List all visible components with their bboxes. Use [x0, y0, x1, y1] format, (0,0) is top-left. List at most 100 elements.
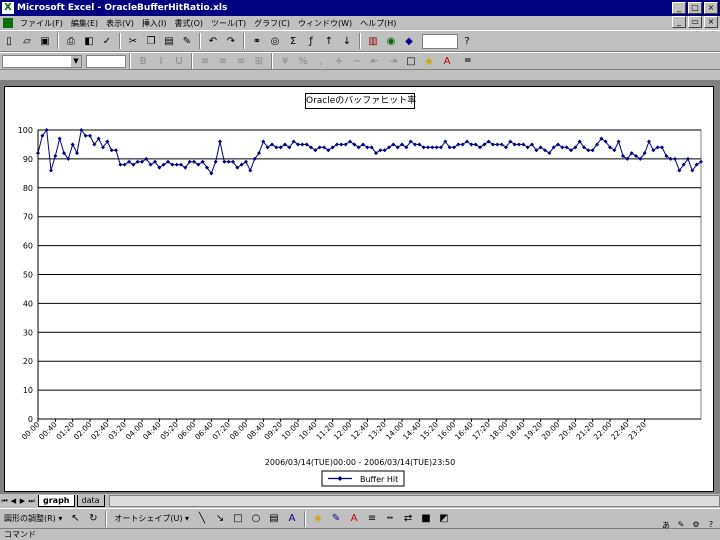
chart-legend[interactable]: Buffer Hit	[321, 470, 405, 487]
x-axis-title: 2006/03/14(TUE)00:00 - 2006/03/14(TUE)23…	[265, 458, 455, 467]
x-tick-label: 22:00	[592, 420, 614, 442]
drawing-toolbar: 図形の調整(R) ▾ ↖ ↻ オートシェイプ(U) ▾ ╲ ↘ □ ○ ▤ A …	[0, 508, 720, 528]
series-line-buffer-hit[interactable]	[37, 128, 702, 175]
ime-mode-icon[interactable]: あ	[659, 520, 673, 534]
arrow-style-icon[interactable]: ⇄	[400, 511, 416, 527]
data-point[interactable]	[213, 159, 218, 164]
data-point[interactable]	[57, 136, 62, 141]
data-point[interactable]	[118, 162, 123, 167]
sheet-tab-bar: ⏮ ◀ ▶ ⏭ graph data	[0, 494, 720, 508]
data-point[interactable]	[114, 148, 118, 153]
x-tick-label: 23:20	[626, 420, 648, 442]
data-point[interactable]	[88, 133, 92, 138]
oval-tool-icon[interactable]: ○	[248, 511, 264, 527]
data-point[interactable]	[248, 168, 253, 173]
chart-title[interactable]: Oracleのバッファヒット率	[305, 93, 416, 109]
font-color-draw-icon[interactable]: A	[346, 511, 362, 527]
tab-graph[interactable]: graph	[38, 495, 75, 507]
y-tick-label: 20	[23, 357, 33, 366]
data-point[interactable]	[222, 159, 227, 164]
data-point[interactable]	[36, 151, 40, 156]
x-tick-label: 00:40	[37, 420, 59, 442]
wordart-icon[interactable]: A	[284, 511, 300, 527]
data-point[interactable]	[673, 156, 677, 161]
select-objects-icon[interactable]: ↖	[67, 511, 83, 527]
autoshape-menu-button[interactable]: オートシェイプ(U) ▾	[110, 513, 193, 524]
x-tick-label: 18:40	[505, 420, 527, 442]
shadow-icon[interactable]: ■	[418, 511, 434, 527]
fill-color-draw-icon[interactable]: ◈	[310, 511, 326, 527]
data-point[interactable]	[226, 159, 231, 164]
rotate-icon[interactable]: ↻	[85, 511, 101, 527]
arrow-tool-icon[interactable]: ↘	[212, 511, 228, 527]
x-tick-label: 10:40	[297, 420, 319, 442]
x-tick-label: 02:40	[89, 420, 111, 442]
data-point[interactable]	[49, 168, 53, 173]
status-text: コマンド	[4, 530, 36, 539]
data-point[interactable]	[434, 145, 439, 150]
line-style-icon[interactable]: ≡	[364, 511, 380, 527]
data-point[interactable]	[430, 145, 435, 150]
first-sheet-icon[interactable]: ⏮	[0, 496, 9, 507]
3d-icon[interactable]: ◩	[436, 511, 452, 527]
x-tick-label: 10:00	[280, 420, 302, 442]
data-point[interactable]	[660, 145, 664, 150]
data-point[interactable]	[647, 139, 651, 144]
y-tick-label: 80	[23, 184, 33, 193]
x-tick-label: 11:20	[314, 420, 336, 442]
x-tick-label: 09:20	[262, 420, 284, 442]
data-point[interactable]	[300, 142, 305, 147]
y-tick-label: 40	[23, 299, 33, 308]
x-tick-label: 04:00	[124, 420, 146, 442]
x-tick-label: 08:40	[245, 420, 267, 442]
x-tick-label: 21:20	[574, 420, 596, 442]
data-point[interactable]	[109, 148, 114, 153]
toolbar-separator	[304, 510, 307, 527]
data-point[interactable]	[339, 142, 344, 147]
x-tick-label: 22:40	[609, 420, 631, 442]
data-point[interactable]	[174, 162, 179, 167]
x-tick-label: 04:40	[141, 420, 163, 442]
rectangle-tool-icon[interactable]: □	[230, 511, 246, 527]
x-tick-label: 06:40	[193, 420, 215, 442]
tab-data[interactable]: data	[76, 495, 105, 507]
y-tick-label: 60	[23, 242, 33, 251]
data-point[interactable]	[517, 142, 521, 147]
line-color-icon[interactable]: ✎	[328, 511, 344, 527]
y-tick-label: 50	[23, 271, 33, 280]
line-tool-icon[interactable]: ╲	[194, 511, 210, 527]
buffer-hit-chart[interactable]: 0102030405060708090100 00:0000:4001:2002…	[0, 0, 720, 540]
legend-label: Buffer Hit	[360, 475, 398, 484]
draw-menu-button[interactable]: 図形の調整(R) ▾	[0, 513, 66, 524]
x-tick-label: 13:20	[366, 420, 388, 442]
ime-toolbar: あ ✎ ⚙ ?	[658, 520, 718, 534]
x-tick-label: 15:20	[418, 420, 440, 442]
x-tick-label: 18:00	[488, 420, 510, 442]
horizontal-scrollbar[interactable]	[108, 495, 720, 507]
x-tick-label: 08:00	[228, 420, 250, 442]
x-tick-label: 16:40	[453, 420, 475, 442]
data-point[interactable]	[426, 145, 430, 150]
data-point[interactable]	[495, 142, 500, 147]
ime-pad-icon[interactable]: ✎	[674, 520, 688, 534]
data-point[interactable]	[75, 151, 79, 156]
x-tick-label: 02:00	[72, 420, 94, 442]
next-sheet-icon[interactable]: ▶	[18, 496, 27, 507]
prev-sheet-icon[interactable]: ◀	[9, 496, 18, 507]
data-point[interactable]	[70, 142, 75, 147]
x-tick-label: 14:00	[384, 420, 406, 442]
x-tick-label: 00:00	[20, 420, 42, 442]
y-tick-label: 10	[23, 386, 33, 395]
ime-help-icon[interactable]: ?	[704, 520, 718, 534]
textbox-tool-icon[interactable]: ▤	[266, 511, 282, 527]
data-point[interactable]	[53, 154, 58, 159]
status-bar: コマンド	[0, 528, 720, 540]
data-point[interactable]	[616, 139, 621, 144]
x-tick-label: 12:40	[349, 420, 371, 442]
x-tick-label: 20:00	[540, 420, 562, 442]
dash-style-icon[interactable]: ┅	[382, 511, 398, 527]
ime-tool-icon[interactable]: ⚙	[689, 520, 703, 534]
x-tick-label: 06:00	[176, 420, 198, 442]
last-sheet-icon[interactable]: ⏭	[27, 496, 36, 507]
data-point[interactable]	[218, 139, 222, 144]
